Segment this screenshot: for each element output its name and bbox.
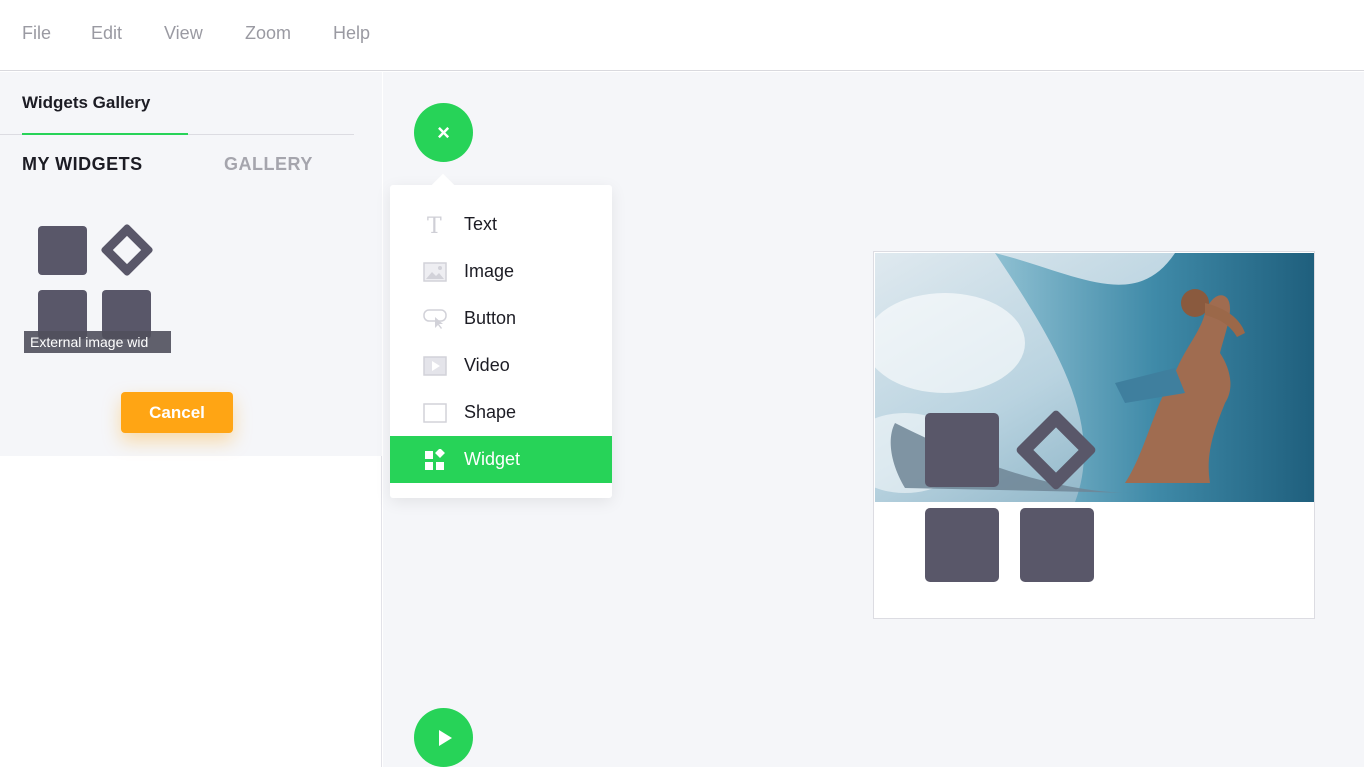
- text-icon: T: [423, 213, 447, 237]
- widget-icon: [423, 448, 447, 472]
- menu-item-label: Button: [464, 308, 517, 328]
- widgets-panel: Widgets Gallery MY WIDGETS GALLERY Exter…: [0, 72, 382, 456]
- video-icon: [423, 354, 447, 378]
- widget-square-icon: [38, 226, 87, 275]
- menu-item-text[interactable]: T Text: [390, 201, 612, 248]
- widget-square-icon: [925, 413, 999, 487]
- dropdown-caret: [431, 173, 455, 197]
- menu-bar: File Edit View Zoom Help: [0, 0, 1364, 71]
- image-icon: [423, 260, 447, 284]
- menu-item-label: Shape: [464, 402, 517, 422]
- menu-item-video[interactable]: Video: [390, 342, 612, 389]
- menu-edit[interactable]: Edit: [91, 23, 122, 44]
- widget-diamond-icon: [100, 223, 154, 277]
- play-icon: [439, 729, 452, 746]
- menu-item-widget[interactable]: Widget: [390, 436, 612, 483]
- close-add-menu-button[interactable]: ×: [414, 103, 473, 162]
- widget-square-icon: [1020, 508, 1094, 582]
- cancel-button[interactable]: Cancel: [121, 392, 233, 433]
- menu-item-image[interactable]: Image: [390, 248, 612, 295]
- sidebar-title: Widgets Gallery: [22, 93, 151, 112]
- menu-view[interactable]: View: [164, 23, 203, 44]
- tab-gallery[interactable]: GALLERY: [224, 154, 313, 175]
- menu-item-label: Image: [464, 261, 515, 281]
- widget-square-icon: [925, 508, 999, 582]
- widget-label: External image wid: [24, 331, 171, 353]
- svg-text:T: T: [427, 214, 442, 236]
- editor-canvas[interactable]: × T Text Image Button Video Shape Widget: [383, 72, 1364, 767]
- add-element-menu: T Text Image Button Video Shape Widget: [390, 173, 612, 498]
- play-button[interactable]: [414, 708, 473, 767]
- slide-stage[interactable]: [873, 251, 1315, 619]
- tab-my-widgets[interactable]: MY WIDGETS: [22, 154, 143, 175]
- button-icon: [423, 307, 447, 331]
- menu-item-shape[interactable]: Shape: [390, 389, 612, 436]
- menu-file[interactable]: File: [22, 23, 51, 44]
- menu-item-label: Video: [464, 355, 510, 375]
- menu-zoom[interactable]: Zoom: [245, 23, 291, 44]
- menu-item-label: Text: [464, 214, 498, 234]
- menu-item-label: Widget: [464, 449, 521, 469]
- widgets-sidebar: Widgets Gallery MY WIDGETS GALLERY Exter…: [0, 72, 382, 767]
- menu-help[interactable]: Help: [333, 23, 370, 44]
- menu-item-button[interactable]: Button: [390, 295, 612, 342]
- shape-icon: [423, 401, 447, 425]
- title-underline: [22, 133, 188, 135]
